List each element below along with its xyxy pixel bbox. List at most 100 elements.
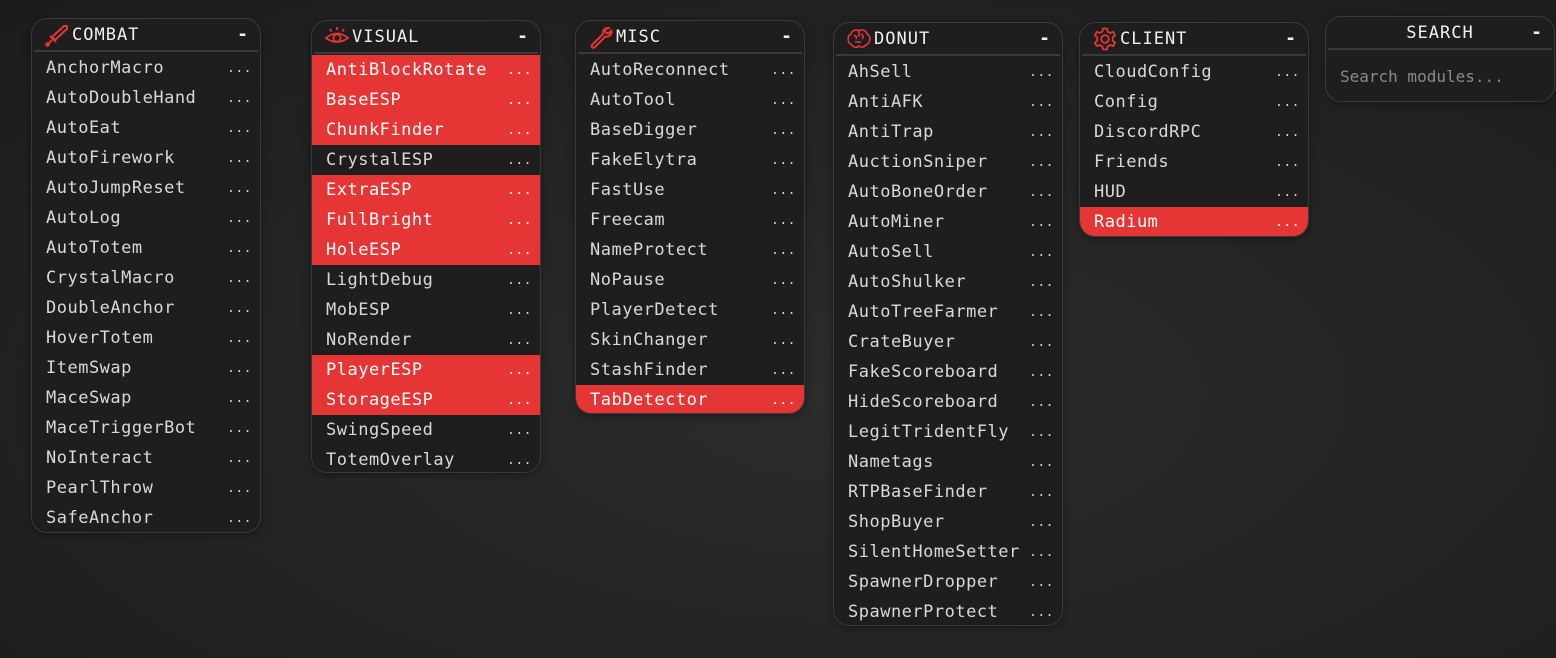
module-autotool[interactable]: AutoTool... xyxy=(576,85,804,115)
module-settings-button[interactable]: ... xyxy=(227,121,252,136)
module-autototem[interactable]: AutoTotem... xyxy=(32,233,260,263)
module-settings-button[interactable]: ... xyxy=(771,123,796,138)
module-settings-button[interactable]: ... xyxy=(1029,95,1054,110)
module-spawnerdropper[interactable]: SpawnerDropper... xyxy=(834,567,1062,597)
module-settings-button[interactable]: ... xyxy=(227,511,252,526)
module-swingspeed[interactable]: SwingSpeed... xyxy=(312,415,540,445)
module-antiafk[interactable]: AntiAFK... xyxy=(834,87,1062,117)
module-settings-button[interactable]: ... xyxy=(771,93,796,108)
module-settings-button[interactable]: ... xyxy=(1029,185,1054,200)
module-rtpbasefinder[interactable]: RTPBaseFinder... xyxy=(834,477,1062,507)
module-pearlthrow[interactable]: PearlThrow... xyxy=(32,473,260,503)
module-autoeat[interactable]: AutoEat... xyxy=(32,113,260,143)
module-settings-button[interactable]: ... xyxy=(771,63,796,78)
module-cratebuyer[interactable]: CrateBuyer... xyxy=(834,327,1062,357)
module-settings-button[interactable]: ... xyxy=(507,63,532,78)
module-settings-button[interactable]: ... xyxy=(1029,395,1054,410)
module-extraesp[interactable]: ExtraESP... xyxy=(312,175,540,205)
module-settings-button[interactable]: ... xyxy=(227,181,252,196)
search-panel-header[interactable]: SEARCH - xyxy=(1328,17,1552,50)
module-settings-button[interactable]: ... xyxy=(227,451,252,466)
minimize-button[interactable]: - xyxy=(1285,28,1296,49)
module-playerdetect[interactable]: PlayerDetect... xyxy=(576,295,804,325)
module-settings-button[interactable]: ... xyxy=(1275,125,1300,140)
module-settings-button[interactable]: ... xyxy=(1029,515,1054,530)
module-settings-button[interactable]: ... xyxy=(507,123,532,138)
module-config[interactable]: Config... xyxy=(1080,87,1308,117)
module-auctionsniper[interactable]: AuctionSniper... xyxy=(834,147,1062,177)
module-basedigger[interactable]: BaseDigger... xyxy=(576,115,804,145)
module-norender[interactable]: NoRender... xyxy=(312,325,540,355)
minimize-button[interactable]: - xyxy=(1039,28,1050,49)
module-doubleanchor[interactable]: DoubleAnchor... xyxy=(32,293,260,323)
module-fastuse[interactable]: FastUse... xyxy=(576,175,804,205)
module-fakescoreboard[interactable]: FakeScoreboard... xyxy=(834,357,1062,387)
module-maceswap[interactable]: MaceSwap... xyxy=(32,383,260,413)
module-skinchanger[interactable]: SkinChanger... xyxy=(576,325,804,355)
module-anchormacro[interactable]: AnchorMacro... xyxy=(32,53,260,83)
module-autojumpreset[interactable]: AutoJumpReset... xyxy=(32,173,260,203)
module-storageesp[interactable]: StorageESP... xyxy=(312,385,540,415)
module-settings-button[interactable]: ... xyxy=(771,393,796,408)
module-settings-button[interactable]: ... xyxy=(1029,335,1054,350)
module-settings-button[interactable]: ... xyxy=(1029,245,1054,260)
module-settings-button[interactable]: ... xyxy=(507,333,532,348)
module-settings-button[interactable]: ... xyxy=(1275,65,1300,80)
module-settings-button[interactable]: ... xyxy=(227,361,252,376)
module-settings-button[interactable]: ... xyxy=(1029,125,1054,140)
module-settings-button[interactable]: ... xyxy=(1029,425,1054,440)
module-settings-button[interactable]: ... xyxy=(227,211,252,226)
module-nopause[interactable]: NoPause... xyxy=(576,265,804,295)
module-settings-button[interactable]: ... xyxy=(1029,545,1054,560)
module-settings-button[interactable]: ... xyxy=(1029,305,1054,320)
module-fakeelytra[interactable]: FakeElytra... xyxy=(576,145,804,175)
module-settings-button[interactable]: ... xyxy=(1029,455,1054,470)
module-tabdetector[interactable]: TabDetector... xyxy=(576,385,804,413)
module-autofirework[interactable]: AutoFirework... xyxy=(32,143,260,173)
module-legittridentfly[interactable]: LegitTridentFly... xyxy=(834,417,1062,447)
module-settings-button[interactable]: ... xyxy=(1029,485,1054,500)
module-settings-button[interactable]: ... xyxy=(1029,365,1054,380)
module-hud[interactable]: HUD... xyxy=(1080,177,1308,207)
module-settings-button[interactable]: ... xyxy=(507,183,532,198)
module-settings-button[interactable]: ... xyxy=(507,363,532,378)
module-friends[interactable]: Friends... xyxy=(1080,147,1308,177)
module-autodoublehand[interactable]: AutoDoubleHand... xyxy=(32,83,260,113)
module-fullbright[interactable]: FullBright... xyxy=(312,205,540,235)
donut-panel-header[interactable]: DONUT - xyxy=(836,23,1060,56)
module-chunkfinder[interactable]: ChunkFinder... xyxy=(312,115,540,145)
module-settings-button[interactable]: ... xyxy=(771,213,796,228)
module-autosell[interactable]: AutoSell... xyxy=(834,237,1062,267)
module-settings-button[interactable]: ... xyxy=(507,213,532,228)
module-settings-button[interactable]: ... xyxy=(507,453,532,468)
module-shopbuyer[interactable]: ShopBuyer... xyxy=(834,507,1062,537)
module-macetriggerbot[interactable]: MaceTriggerBot... xyxy=(32,413,260,443)
module-settings-button[interactable]: ... xyxy=(1029,605,1054,620)
module-nameprotect[interactable]: NameProtect... xyxy=(576,235,804,265)
module-settings-button[interactable]: ... xyxy=(227,301,252,316)
module-settings-button[interactable]: ... xyxy=(227,91,252,106)
module-antiblockrotate[interactable]: AntiBlockRotate... xyxy=(312,55,540,85)
module-settings-button[interactable]: ... xyxy=(1275,95,1300,110)
module-settings-button[interactable]: ... xyxy=(507,303,532,318)
module-settings-button[interactable]: ... xyxy=(227,481,252,496)
module-settings-button[interactable]: ... xyxy=(771,303,796,318)
minimize-button[interactable]: - xyxy=(517,26,528,47)
client-panel-header[interactable]: CLIENT - xyxy=(1082,23,1306,56)
search-input[interactable] xyxy=(1338,62,1542,90)
module-itemswap[interactable]: ItemSwap... xyxy=(32,353,260,383)
module-nointeract[interactable]: NoInteract... xyxy=(32,443,260,473)
minimize-button[interactable]: - xyxy=(1531,22,1542,43)
module-stashfinder[interactable]: StashFinder... xyxy=(576,355,804,385)
module-settings-button[interactable]: ... xyxy=(507,153,532,168)
module-settings-button[interactable]: ... xyxy=(227,241,252,256)
module-settings-button[interactable]: ... xyxy=(227,61,252,76)
visual-panel-header[interactable]: VISUAL - xyxy=(314,21,538,54)
module-settings-button[interactable]: ... xyxy=(771,273,796,288)
combat-panel-header[interactable]: COMBAT - xyxy=(34,19,258,52)
module-settings-button[interactable]: ... xyxy=(1029,65,1054,80)
module-freecam[interactable]: Freecam... xyxy=(576,205,804,235)
module-autoreconnect[interactable]: AutoReconnect... xyxy=(576,55,804,85)
module-safeanchor[interactable]: SafeAnchor... xyxy=(32,503,260,532)
module-crystalmacro[interactable]: CrystalMacro... xyxy=(32,263,260,293)
